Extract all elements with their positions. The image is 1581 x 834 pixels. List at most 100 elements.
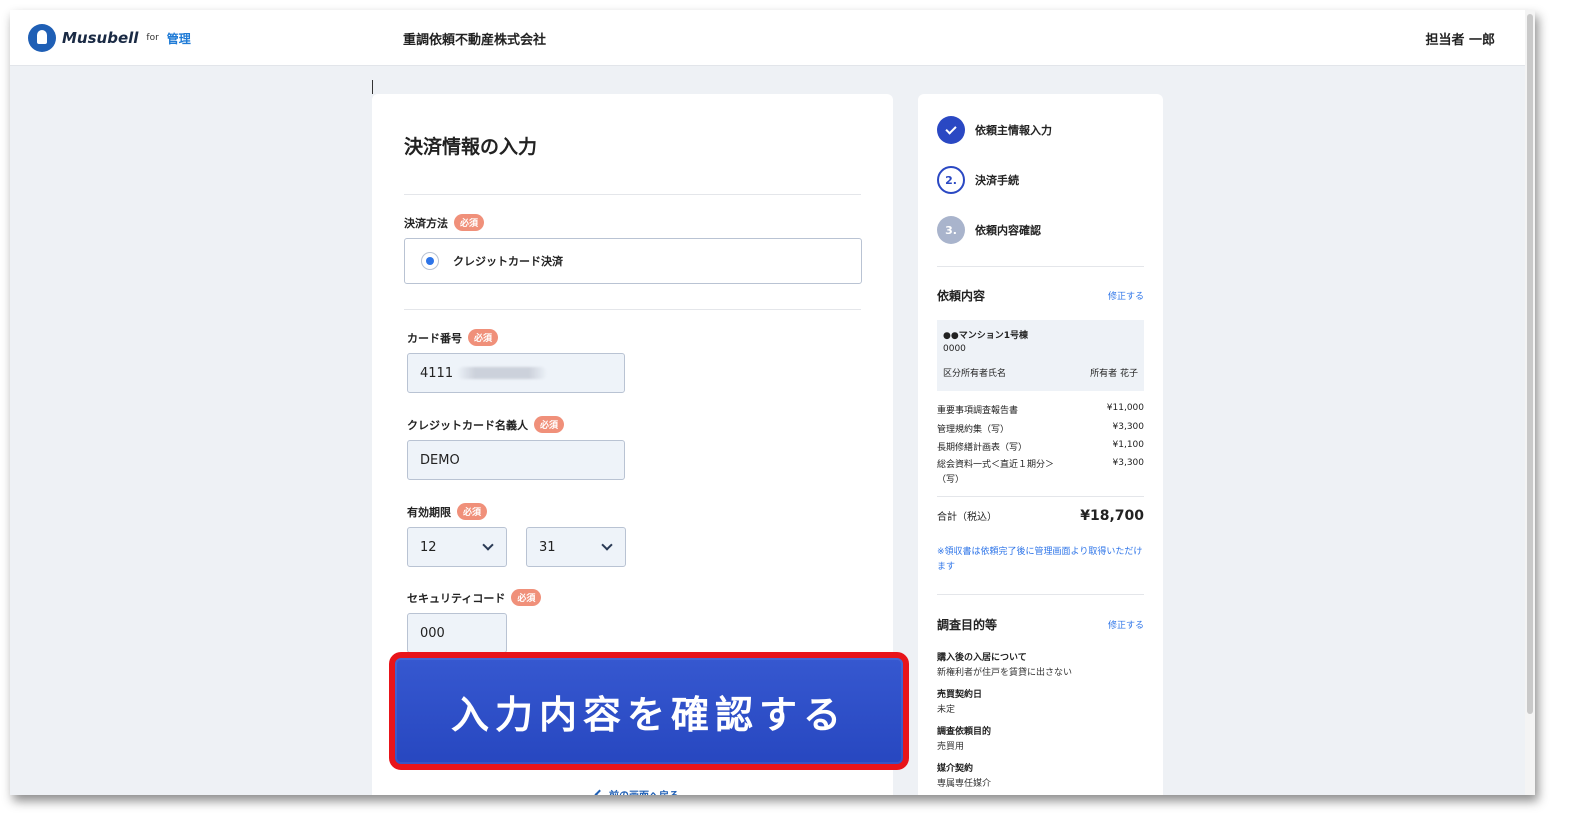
property-code: 0000: [943, 344, 966, 354]
line-item: 総会資料一式＜直近１期分＞ （写） ¥3,300: [937, 458, 1144, 488]
purpose-label: 購入後の入居について: [937, 653, 1027, 663]
purpose-item: 売買契約日 未定: [937, 687, 1144, 715]
security-code-label: セキュリティコード 必須: [407, 589, 542, 606]
purpose-label: 調査依頼目的: [937, 727, 992, 737]
divider: [404, 194, 861, 195]
request-edit-link[interactable]: 修正する: [1108, 289, 1144, 302]
user-menu[interactable]: 担当者 一郎: [1425, 29, 1495, 48]
payment-option-label: クレジットカード決済: [453, 255, 563, 268]
step-current-circle: 2.: [937, 166, 965, 194]
line-item-name: 総会資料一式＜直近１期分＞: [937, 460, 1055, 470]
app-logo[interactable]: Musubell for 管理: [28, 24, 191, 52]
request-section-title: 依頼内容: [937, 289, 986, 303]
chevron-left-icon: [594, 789, 605, 795]
line-item: 長期修繕計画表（写） ¥1,100: [937, 440, 1144, 453]
total-row: 合計（税込） ¥18,700: [937, 508, 1144, 524]
radio-selected-icon[interactable]: [421, 252, 439, 270]
purpose-edit-link[interactable]: 修正する: [1108, 618, 1144, 631]
logo-kanri: 管理: [166, 31, 191, 46]
line-item: 重要事項調査報告書 ¥11,000: [937, 403, 1144, 416]
logo-for: for: [146, 33, 159, 43]
expiry-label: 有効期限 必須: [407, 503, 488, 520]
step-3: 3. 依頼内容確認: [937, 216, 1041, 244]
scrollbar-thumb[interactable]: [1527, 14, 1533, 714]
payment-method-label: 決済方法 必須: [404, 214, 485, 231]
line-item-name-cont: （写）: [937, 475, 965, 485]
required-badge: 必須: [468, 329, 499, 346]
check-icon: [945, 122, 957, 135]
company-name: 重調依頼不動産株式会社: [403, 33, 547, 48]
expiry-month-select[interactable]: 12: [407, 527, 507, 567]
step-todo-circle: 3.: [937, 216, 965, 244]
line-item-name: 長期修繕計画表（写）: [937, 443, 1028, 453]
line-item-name: 重要事項調査報告書: [937, 406, 1019, 416]
security-code-value: 000: [420, 625, 445, 641]
text-cursor: [372, 80, 373, 94]
summary-sidebar: 依頼主情報入力 2. 決済手続 3. 依頼内容確認 依頼内容 修正する ●●マン…: [918, 94, 1163, 795]
step-label: 依頼内容確認: [975, 224, 1041, 237]
card-holder-input[interactable]: DEMO: [407, 440, 625, 480]
line-item-name-wrap: 総会資料一式＜直近１期分＞ （写）: [937, 458, 1054, 488]
owner-label: 区分所有者氏名: [943, 369, 1007, 379]
chevron-down-icon: [601, 539, 613, 551]
step-label: 決済手続: [975, 174, 1019, 187]
required-badge: 必須: [511, 589, 542, 606]
line-item-price: ¥11,000: [1106, 403, 1144, 413]
logo-mark-icon: [28, 24, 56, 52]
expiry-year-value: 31: [539, 539, 556, 555]
back-link[interactable]: 前の画面へ戻る: [594, 787, 679, 795]
line-item-price: ¥3,300: [1112, 458, 1145, 468]
line-item-name: 管理規約集（写）: [937, 425, 1010, 435]
scrollbar[interactable]: [1525, 10, 1535, 795]
logo-text: Musubell: [62, 29, 139, 47]
confirm-button-highlight: 入力内容を確認する: [389, 652, 909, 770]
purpose-value: 新権利者が住戸を賃貸に出さない: [937, 668, 1073, 678]
divider: [404, 309, 861, 310]
card-holder-label: クレジットカード名義人 必須: [407, 416, 565, 433]
security-code-label-text: セキュリティコード: [407, 591, 506, 605]
owner-value: 所有者 花子: [1090, 369, 1138, 379]
line-item-price: ¥1,100: [1112, 440, 1145, 450]
step-2: 2. 決済手続: [937, 166, 1019, 194]
step-1: 依頼主情報入力: [937, 116, 1052, 144]
card-number-value: 4111: [420, 365, 454, 381]
required-badge: 必須: [454, 214, 485, 231]
card-number-label-text: カード番号: [407, 331, 462, 345]
total-label: 合計（税込）: [937, 512, 997, 523]
chevron-down-icon: [482, 539, 494, 551]
card-holder-label-text: クレジットカード名義人: [407, 418, 528, 432]
card-number-label: カード番号 必須: [407, 329, 499, 346]
purpose-label: 売買契約日: [937, 690, 983, 700]
line-item: 管理規約集（写） ¥3,300: [937, 422, 1144, 435]
credit-card-payment-option[interactable]: クレジットカード決済: [404, 238, 862, 284]
expiry-year-select[interactable]: 31: [526, 527, 626, 567]
property-box: ●●マンション1号棟 0000 区分所有者氏名 所有者 花子: [937, 320, 1144, 391]
required-badge: 必須: [457, 503, 488, 520]
divider: [937, 496, 1144, 497]
receipt-note: ※領収書は依頼完了後に管理画面より取得いただけます: [937, 547, 1143, 572]
purpose-section-title: 調査目的等: [937, 618, 998, 632]
owner-row: 区分所有者氏名 所有者 花子: [943, 366, 1138, 379]
card-holder-value: DEMO: [420, 452, 460, 468]
required-badge: 必須: [534, 416, 565, 433]
total-value: ¥18,700: [1080, 508, 1144, 524]
property-name: ●●マンション1号棟: [943, 331, 1028, 341]
purpose-item: 購入後の入居について 新権利者が住戸を賃貸に出さない: [937, 650, 1144, 678]
top-header: Musubell for 管理 重調依頼不動産株式会社 担当者 一郎: [10, 10, 1525, 66]
line-item-price: ¥3,300: [1112, 422, 1145, 432]
purpose-value: 売買用: [937, 742, 965, 752]
step-done-circle: [937, 116, 965, 144]
step-label: 依頼主情報入力: [975, 124, 1052, 137]
expiry-month-value: 12: [420, 539, 437, 555]
purpose-item: 調査依頼目的 売買用: [937, 724, 1144, 752]
page-title: 決済情報の入力: [404, 136, 538, 158]
purpose-value: 専属専任媒介: [937, 779, 992, 789]
divider: [937, 266, 1144, 267]
security-code-input[interactable]: 000: [407, 613, 507, 653]
masked-digits: [457, 367, 548, 379]
payment-method-label-text: 決済方法: [404, 216, 448, 230]
confirm-input-button[interactable]: 入力内容を確認する: [395, 658, 903, 764]
purpose-label: 媒介契約: [937, 764, 974, 774]
purpose-item: 媒介契約 専属専任媒介: [937, 761, 1144, 789]
card-number-input[interactable]: 4111: [407, 353, 625, 393]
